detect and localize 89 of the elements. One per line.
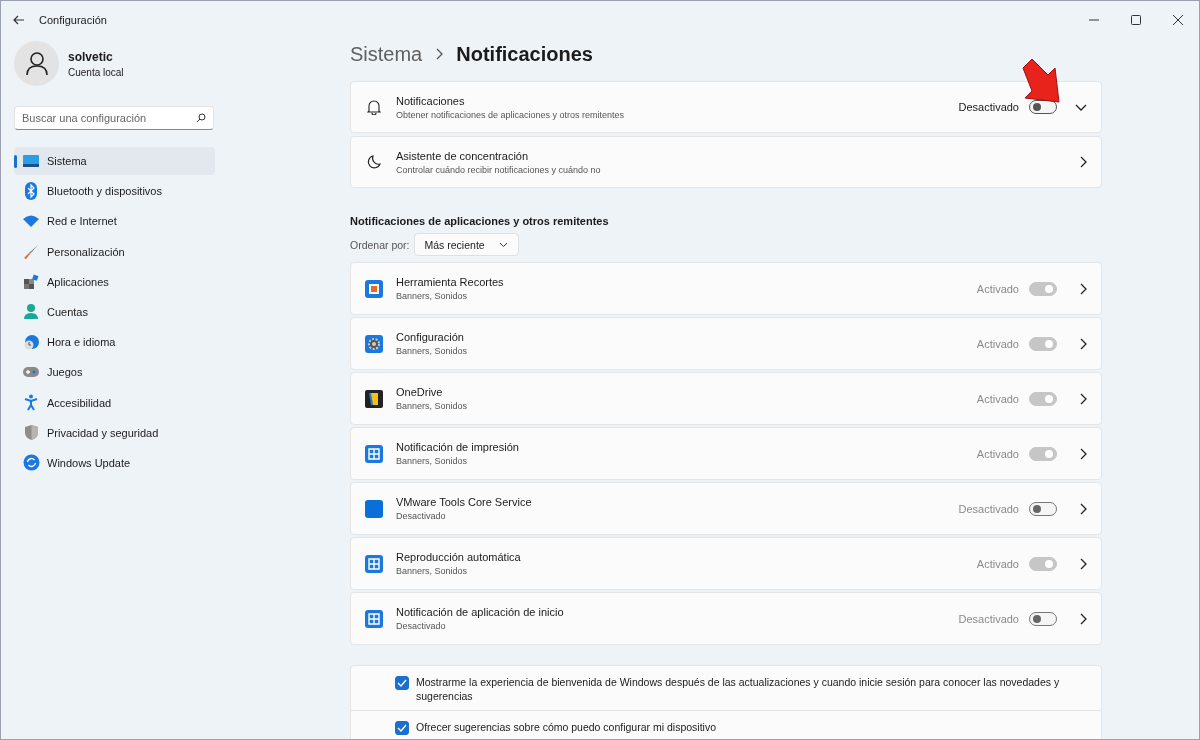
app-detail: Banners, Sonidos [396,456,469,466]
card-description: Obtener notificaciones de aplicaciones y otros remitentes [396,109,626,120]
state-label: Activado [976,447,1019,460]
nav-item[interactable]: Personalización [14,237,215,266]
monitor-icon [22,154,40,168]
app-detail: Banners, Sonidos [396,566,469,576]
account-type: Cuenta local [68,66,124,78]
state-label: Activado [976,557,1019,570]
wifi-icon [22,214,40,229]
nav-item[interactable]: Windows Update [14,448,215,477]
state-label: Desactivado [958,101,1019,113]
user-name: solvetic [68,49,114,64]
chevron-right-icon[interactable] [1079,557,1087,570]
window-title: Configuración [39,14,107,26]
shield-icon [23,424,39,442]
chevron-right-icon[interactable] [1079,392,1087,405]
chevron-down-icon[interactable] [1075,103,1087,111]
section-heading: Notificaciones de aplicaciones y otros remitentes [350,215,610,227]
card-description: Controlar cuándo recibir notificaciones y cuándo no [396,164,602,175]
settings-card[interactable]: Asistente de concentración Controlar cuándo recibir notificaciones y cuándo no [350,136,1102,188]
chevron-right-icon[interactable] [1079,502,1087,515]
gear-icon [364,333,384,354]
app-detail: Banners, Sonidos [396,346,469,356]
checkbox[interactable] [395,721,409,735]
chevron-right-icon[interactable] [1079,282,1087,295]
settings-card[interactable]: Notificaciones Obtener notificaciones de aplicaciones y otros remitentes Desactivado [350,81,1102,133]
accessibility-icon [24,394,38,411]
back-icon[interactable] [13,15,25,25]
app-detail: Banners, Sonidos [396,291,469,301]
gamepad-icon [22,366,40,379]
globe-clock-icon [22,333,40,351]
close-icon[interactable] [1173,15,1183,25]
nav-item[interactable]: Cuentas [14,297,215,326]
bluetooth-icon [24,182,38,201]
app-icon [364,608,384,629]
app-icon [364,553,384,574]
app-icon [364,388,384,409]
chevron-right-icon [435,48,444,60]
toggle-switch[interactable] [1029,100,1057,114]
nav-item[interactable]: Privacidad y seguridad [14,418,215,447]
app-icon [364,498,384,519]
nav-item[interactable]: Red e Internet [14,207,215,236]
app-name: Configuración [396,331,465,343]
breadcrumb-item[interactable]: Sistema [350,42,423,66]
nav-item[interactable]: Sistema [14,147,215,175]
nav-item[interactable]: Juegos [14,358,215,387]
app-name: Notificación de impresión [396,441,520,453]
sort-dropdown[interactable]: Más reciente [413,233,519,256]
apps-icon [23,273,39,290]
breadcrumb-item: Notificaciones [456,42,593,66]
nav-item[interactable]: Aplicaciones [14,267,215,296]
card-title: Asistente de concentración [396,149,530,162]
app-icon [364,278,384,299]
state-label: Desactivado [958,612,1019,625]
nav-item[interactable]: Hora e idioma [14,328,215,357]
search-field[interactable]: Buscar una configuración [14,106,214,130]
app-name: VMware Tools Core Service [396,496,533,508]
app-name: OneDrive [396,386,444,398]
chevron-right-icon[interactable] [1079,612,1087,625]
app-detail: Desactivado [396,621,447,631]
moon-icon [367,154,381,170]
app-name: Reproducción automática [396,551,522,563]
chevron-right-icon[interactable] [1079,337,1087,350]
maximize-icon[interactable] [1131,15,1141,25]
search-icon [196,113,206,123]
state-label: Activado [976,392,1019,405]
state-label: Activado [976,282,1019,295]
bell-icon [367,99,381,115]
app-detail: Desactivado [396,511,447,521]
person-icon [25,51,48,76]
chevron-right-icon[interactable] [1079,447,1087,460]
sort-label: Ordenar por: [350,238,410,251]
app-name: Notificación de aplicación de inicio [396,606,565,618]
chevron-right-icon[interactable] [1079,156,1087,168]
brush-icon [23,243,39,260]
app-name: Herramienta Recortes [396,276,505,288]
checkbox-label: Ofrecer sugerencias sobre cómo puedo configurar mi dispositivo [416,720,716,734]
checkbox[interactable] [395,676,409,690]
card-title: Notificaciones [396,94,466,107]
app-icon [364,443,384,464]
state-label: Desactivado [958,502,1019,515]
nav-item[interactable]: Accesibilidad [14,388,215,417]
person-icon [23,303,39,321]
state-label: Activado [976,337,1019,350]
nav-item[interactable]: Bluetooth y dispositivos [14,177,215,206]
update-icon [22,454,40,472]
app-detail: Banners, Sonidos [396,401,469,411]
checkbox-label: Mostrarme la experiencia de bienvenida de Windows después de las actualizaciones y cuando inicie sesión para conocer las novedades y sugerencias [416,675,1061,703]
chevron-down-icon [498,241,508,248]
